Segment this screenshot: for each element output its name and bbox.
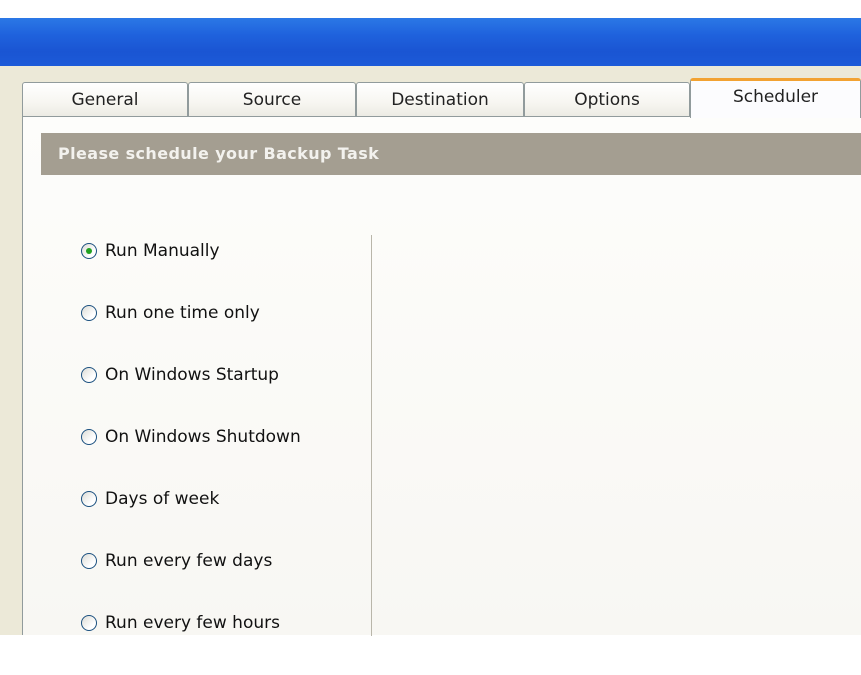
radio-button-icon[interactable] (81, 367, 97, 383)
radio-button-icon[interactable] (81, 615, 97, 631)
option-run-every-few-days[interactable]: Run every few days (81, 551, 301, 613)
vertical-divider (371, 235, 372, 636)
option-on-windows-startup[interactable]: On Windows Startup (81, 365, 301, 427)
tab-options[interactable]: Options (524, 82, 690, 116)
backup-task-window: General Source Destination Options Sched… (0, 66, 861, 636)
option-label: Run Manually (105, 241, 220, 261)
radio-button-icon[interactable] (81, 429, 97, 445)
option-run-every-few-hours[interactable]: Run every few hours (81, 613, 301, 675)
option-days-of-week[interactable]: Days of week (81, 489, 301, 551)
option-label: On Windows Startup (105, 365, 279, 385)
option-run-manually[interactable]: Run Manually (81, 241, 301, 303)
radio-button-icon[interactable] (81, 243, 97, 259)
section-header: Please schedule your Backup Task (41, 133, 861, 175)
tab-source[interactable]: Source (188, 82, 356, 116)
tab-destination[interactable]: Destination (356, 82, 524, 116)
radio-button-icon[interactable] (81, 553, 97, 569)
tab-strip: General Source Destination Options Sched… (0, 66, 861, 118)
schedule-options-group: Run Manually Run one time only On Window… (81, 241, 301, 675)
radio-button-icon[interactable] (81, 491, 97, 507)
radio-button-icon[interactable] (81, 305, 97, 321)
tab-general[interactable]: General (22, 82, 188, 116)
option-label: Run every few hours (105, 613, 280, 633)
option-label: On Windows Shutdown (105, 427, 301, 447)
option-label: Run one time only (105, 303, 260, 323)
option-on-windows-shutdown[interactable]: On Windows Shutdown (81, 427, 301, 489)
option-label: Run every few days (105, 551, 273, 571)
option-label: Days of week (105, 489, 220, 509)
option-run-one-time-only[interactable]: Run one time only (81, 303, 301, 365)
tab-scheduler[interactable]: Scheduler (690, 78, 861, 118)
scheduler-panel: Please schedule your Backup Task Run Man… (22, 116, 861, 636)
window-title-bar[interactable] (0, 18, 861, 66)
